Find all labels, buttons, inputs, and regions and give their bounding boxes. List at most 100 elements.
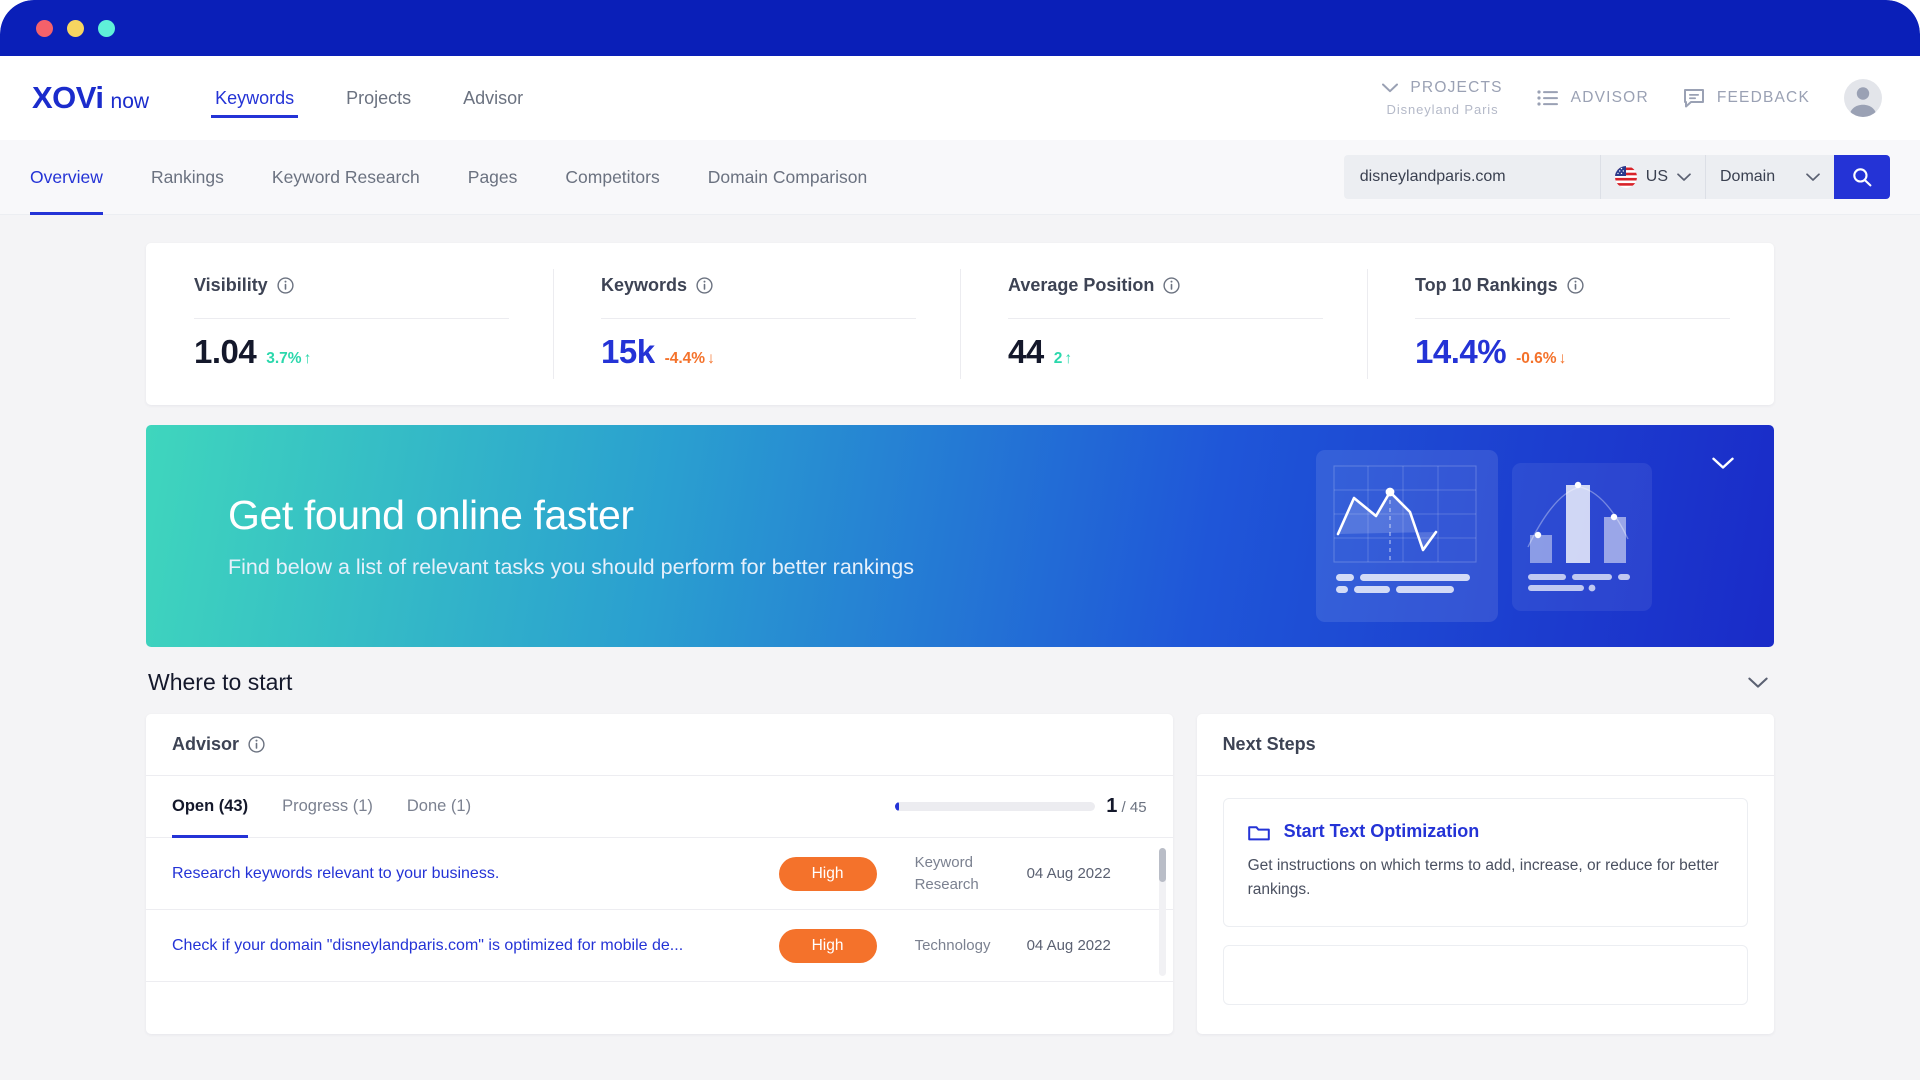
kpi-keywords-delta: -4.4% ↓ <box>664 350 715 367</box>
table-row[interactable]: Check if your domain "disneylandparis.co… <box>146 910 1173 982</box>
logo-mark: XOVi <box>32 80 104 115</box>
tab-rankings-label: Rankings <box>150 166 224 187</box>
xovi-logo[interactable]: XOVi now <box>30 80 149 116</box>
tab-keyword-research-label: Keyword Research <box>271 166 420 187</box>
page-title: Where to start <box>148 669 293 695</box>
chevron-down-icon <box>1748 677 1768 689</box>
chevron-down-icon <box>1712 457 1734 470</box>
task-name-link[interactable]: Research keywords relevant to your busin… <box>172 865 779 883</box>
sidebar-item-domain-comparison[interactable]: Domain Comparison <box>708 140 868 215</box>
sub-nav-items: Overview Rankings Keyword Research Pages… <box>30 140 867 215</box>
nav-item-advisor-label: Advisor <box>463 87 524 108</box>
chevron-down-icon <box>1382 83 1399 93</box>
task-date: 04 Aug 2022 <box>1026 865 1111 882</box>
lower-section: Advisor Open (43) Progress (1) Done (1) <box>146 714 1774 1034</box>
progress-current: 1 <box>1106 795 1118 817</box>
kpi-top-10-rankings-delta: -0.6% ↓ <box>1516 350 1567 367</box>
projects-selector[interactable]: PROJECTS Disneyland Paris <box>1382 79 1502 117</box>
promo-banner-illustration <box>1316 450 1652 622</box>
promo-banner-collapse-button[interactable] <box>1712 457 1734 470</box>
tab-done[interactable]: Done (1) <box>407 776 471 838</box>
tab-competitors-label: Competitors <box>565 166 660 187</box>
next-step-item-partial[interactable] <box>1222 945 1748 1006</box>
tab-open[interactable]: Open (43) <box>172 776 249 838</box>
window-minimize-button[interactable] <box>67 19 84 37</box>
sidebar-item-keyword-research[interactable]: Keyword Research <box>272 140 420 215</box>
kpi-visibility: Visibility 1.04 3.7% ↑ <box>146 243 553 405</box>
search-submit-button[interactable] <box>1834 155 1890 199</box>
tab-pages-label: Pages <box>467 166 518 187</box>
window-close-button[interactable] <box>36 19 53 37</box>
kpi-visibility-value: 1.04 <box>194 333 257 370</box>
next-step-item[interactable]: Start Text Optimization Get instructions… <box>1222 798 1748 928</box>
kpi-average-position-value: 44 <box>1008 333 1044 370</box>
feedback-button[interactable]: FEEDBACK <box>1683 88 1810 108</box>
advisor-task-list: Research keywords relevant to your busin… <box>146 838 1173 982</box>
promo-banner-subtitle: Find below a list of relevant tasks you … <box>228 555 914 579</box>
task-category: Keyword Research <box>914 853 979 893</box>
kpi-top-10-rankings: Top 10 Rankings 14.4% -0.6% ↓ <box>1367 243 1774 405</box>
nav-item-advisor[interactable]: Advisor <box>459 56 527 140</box>
window-maximize-button[interactable] <box>98 19 115 37</box>
search-input[interactable] <box>1343 155 1600 199</box>
scrollbar-thumb[interactable] <box>1158 848 1166 882</box>
sidebar-item-overview[interactable]: Overview <box>30 140 103 215</box>
chevron-down-icon <box>1806 172 1820 182</box>
country-select[interactable]: US <box>1600 155 1705 199</box>
status-badge[interactable]: High <box>778 928 877 963</box>
progress-bar-fill <box>895 802 900 811</box>
info-icon[interactable] <box>696 277 713 294</box>
info-icon[interactable] <box>277 277 294 294</box>
search-mode-value: Domain <box>1720 168 1776 185</box>
kpi-summary-card: Visibility 1.04 3.7% ↑ Keywords 15k -4.4… <box>146 243 1774 405</box>
kpi-top-10-rankings-title: Top 10 Rankings <box>1415 275 1558 295</box>
tab-progress[interactable]: Progress (1) <box>282 776 373 838</box>
tab-open-label: Open (43) <box>172 797 249 815</box>
user-avatar-icon <box>1844 79 1882 117</box>
next-steps-title: Next Steps <box>1222 734 1316 754</box>
sidebar-item-rankings[interactable]: Rankings <box>151 140 224 215</box>
where-to-start-collapse-button[interactable] <box>1748 677 1768 689</box>
nav-item-keywords[interactable]: Keywords <box>211 56 299 140</box>
status-badge[interactable]: High <box>778 856 877 891</box>
nav-item-projects-label: Projects <box>346 87 412 108</box>
feedback-label: FEEDBACK <box>1716 89 1810 106</box>
next-steps-card: Next Steps Start Text Optimization Get i… <box>1196 714 1774 1034</box>
country-select-value: US <box>1645 168 1668 185</box>
next-step-title[interactable]: Start Text Optimization <box>1284 821 1480 842</box>
us-flag-icon <box>1614 166 1637 188</box>
sidebar-item-pages[interactable]: Pages <box>468 140 518 215</box>
task-list-scrollbar[interactable] <box>1158 848 1166 976</box>
kpi-keywords-value: 15k <box>601 333 655 370</box>
advisor-shortcut[interactable]: ADVISOR <box>1537 89 1649 107</box>
kpi-top-10-rankings-value: 14.4% <box>1415 333 1507 370</box>
chevron-down-icon <box>1677 172 1691 182</box>
advisor-progress: 1 / 45 <box>895 795 1147 818</box>
search-bar: US Domain <box>1343 155 1890 199</box>
info-icon[interactable] <box>1163 277 1180 294</box>
progress-label: 1 / 45 <box>1106 795 1146 818</box>
kpi-visibility-title: Visibility <box>194 275 268 295</box>
table-row[interactable]: Research keywords relevant to your busin… <box>146 838 1173 910</box>
nav-item-keywords-label: Keywords <box>215 87 295 108</box>
nav-item-projects[interactable]: Projects <box>342 56 415 140</box>
projects-label: PROJECTS <box>1410 79 1503 96</box>
info-icon[interactable] <box>1567 277 1584 294</box>
task-name-link[interactable]: Check if your domain "disneylandparis.co… <box>172 937 779 955</box>
sidebar-item-competitors[interactable]: Competitors <box>565 140 659 215</box>
tab-progress-label: Progress (1) <box>282 797 373 815</box>
promo-banner: Get found online faster Find below a lis… <box>146 425 1774 647</box>
kpi-visibility-delta: 3.7% ↑ <box>266 350 312 367</box>
page-content: Visibility 1.04 3.7% ↑ Keywords 15k -4.4… <box>0 215 1920 1080</box>
window-titlebar <box>0 0 1920 56</box>
sub-navigation-bar: Overview Rankings Keyword Research Pages… <box>0 140 1920 215</box>
search-mode-select[interactable]: Domain <box>1706 155 1834 199</box>
illustration-line-chart <box>1316 450 1498 622</box>
next-steps-body: Start Text Optimization Get instructions… <box>1197 776 1774 1006</box>
avatar[interactable] <box>1844 79 1882 117</box>
kpi-average-position-title: Average Position <box>1008 275 1155 295</box>
logo-suffix: now <box>110 90 150 113</box>
app-window: XOVi now Keywords Projects Advisor PROJE… <box>0 0 1920 1080</box>
info-icon[interactable] <box>248 736 265 753</box>
kpi-keywords: Keywords 15k -4.4% ↓ <box>553 243 960 405</box>
